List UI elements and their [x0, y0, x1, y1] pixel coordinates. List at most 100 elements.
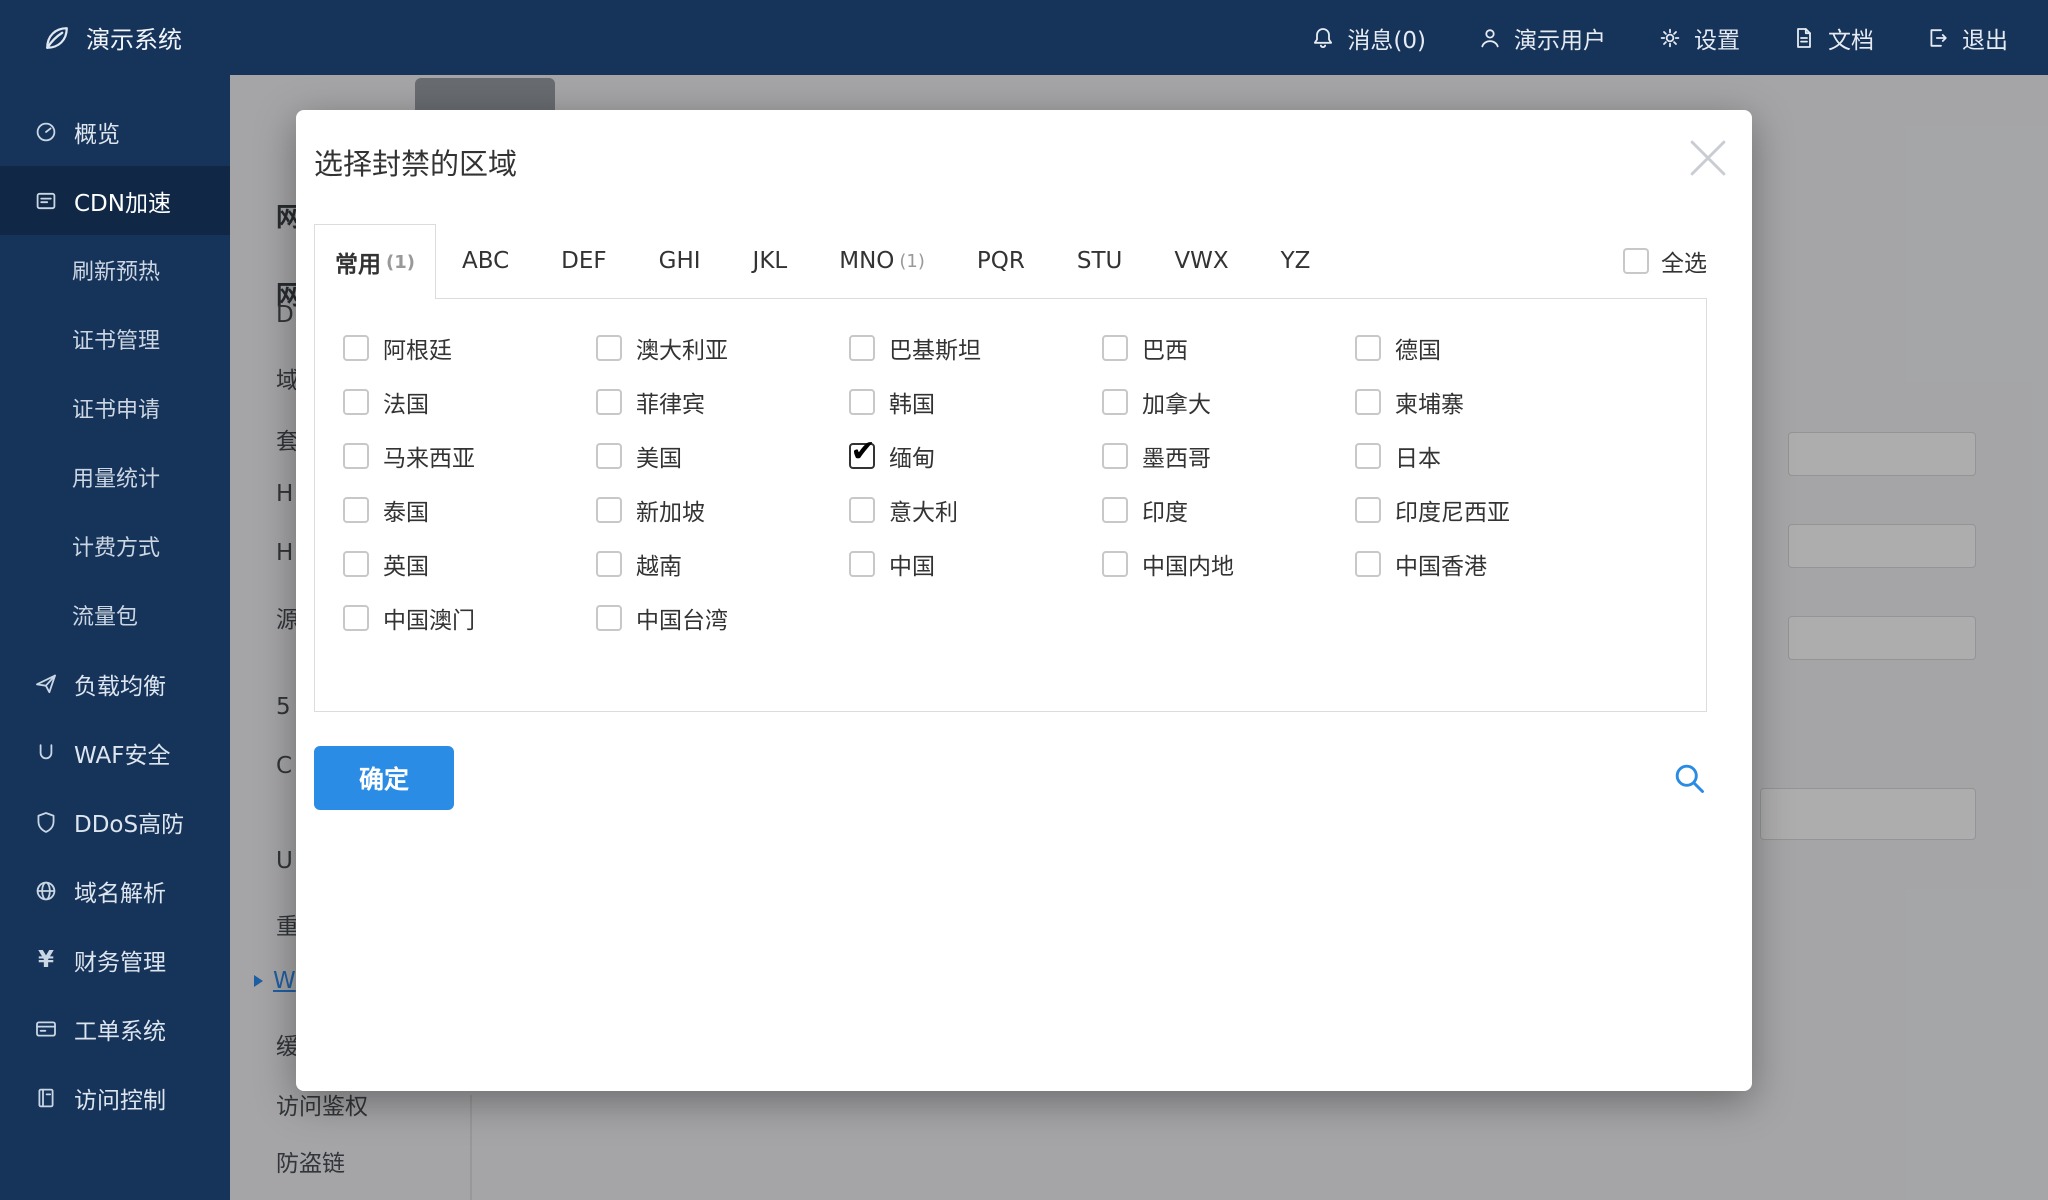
sidebar-item-cdn[interactable]: CDN加速	[0, 166, 230, 235]
region-item[interactable]: ✔缅甸	[849, 439, 1102, 473]
checkbox[interactable]	[849, 389, 875, 415]
region-item[interactable]: 菲律宾	[596, 385, 849, 419]
checkbox[interactable]	[849, 551, 875, 577]
sidebar-item-finance[interactable]: ¥财务管理	[0, 925, 230, 994]
tab-pqr[interactable]: PQR	[951, 224, 1051, 298]
checkbox[interactable]	[1102, 551, 1128, 577]
region-item[interactable]: 马来西亚	[343, 439, 596, 473]
checkbox[interactable]	[343, 443, 369, 469]
topbar-item-messages[interactable]: 消息(0)	[1311, 21, 1426, 55]
checkbox[interactable]	[596, 551, 622, 577]
region-item[interactable]: 意大利	[849, 493, 1102, 527]
checkbox[interactable]	[596, 497, 622, 523]
checkbox[interactable]	[849, 335, 875, 361]
checkbox-checked[interactable]: ✔	[849, 443, 875, 469]
tab-ghi[interactable]: GHI	[633, 224, 727, 298]
sidebar-item-usage-stats[interactable]: 用量统计	[0, 442, 230, 511]
topbar-item-docs[interactable]: 文档	[1792, 21, 1874, 55]
topbar-item-logout[interactable]: 退出	[1926, 21, 2008, 55]
region-item[interactable]: 印度	[1102, 493, 1355, 527]
region-item[interactable]: 柬埔寨	[1355, 385, 1608, 419]
checkbox[interactable]	[596, 335, 622, 361]
region-item[interactable]: 澳大利亚	[596, 331, 849, 365]
checkbox[interactable]	[343, 605, 369, 631]
sidebar-item-cert-apply[interactable]: 证书申请	[0, 373, 230, 442]
region-item[interactable]: 美国	[596, 439, 849, 473]
sidebar-item-load-balance[interactable]: 负载均衡	[0, 649, 230, 718]
checkbox[interactable]	[1355, 335, 1381, 361]
tab-jkl[interactable]: JKL	[727, 224, 814, 298]
region-item[interactable]: 巴基斯坦	[849, 331, 1102, 365]
region-item[interactable]: 新加坡	[596, 493, 849, 527]
region-item[interactable]: 墨西哥	[1102, 439, 1355, 473]
region-item[interactable]: 德国	[1355, 331, 1608, 365]
checkbox[interactable]	[343, 551, 369, 577]
checkbox[interactable]	[1355, 389, 1381, 415]
region-item[interactable]: 英国	[343, 547, 596, 581]
tab-vwx[interactable]: VWX	[1148, 224, 1254, 298]
sidebar-item-label: DDoS高防	[74, 805, 184, 839]
tab-count: (1)	[899, 251, 925, 272]
sidebar-item-label: WAF安全	[74, 736, 170, 770]
select-all[interactable]: 全选	[1623, 244, 1707, 278]
region-item[interactable]: 巴西	[1102, 331, 1355, 365]
gear-icon	[1658, 26, 1682, 50]
topbar-item-user[interactable]: 演示用户	[1478, 21, 1606, 55]
globe-icon	[34, 879, 58, 903]
tab-stu[interactable]: STU	[1051, 224, 1148, 298]
sidebar-item-refresh-preheat[interactable]: 刷新预热	[0, 235, 230, 304]
region-item[interactable]: 加拿大	[1102, 385, 1355, 419]
region-label: 法国	[383, 385, 429, 419]
region-item[interactable]: 日本	[1355, 439, 1608, 473]
sidebar-item-cert-manage[interactable]: 证书管理	[0, 304, 230, 373]
sidebar-item-traffic-pack[interactable]: 流量包	[0, 580, 230, 649]
tab-common[interactable]: 常用(1)	[314, 224, 436, 299]
region-item[interactable]: 阿根廷	[343, 331, 596, 365]
search-icon[interactable]	[1671, 760, 1707, 796]
checkbox[interactable]	[849, 497, 875, 523]
checkbox[interactable]	[1355, 551, 1381, 577]
checkbox[interactable]	[343, 335, 369, 361]
region-item[interactable]: 泰国	[343, 493, 596, 527]
sidebar-item-tickets[interactable]: 工单系统	[0, 994, 230, 1063]
region-item[interactable]: 法国	[343, 385, 596, 419]
tab-def[interactable]: DEF	[535, 224, 632, 298]
checkbox[interactable]	[596, 389, 622, 415]
tab-mno[interactable]: MNO(1)	[813, 224, 951, 298]
sidebar-item-waf[interactable]: WAF安全	[0, 718, 230, 787]
confirm-button[interactable]: 确定	[314, 746, 454, 810]
sidebar-item-ddos[interactable]: DDoS高防	[0, 787, 230, 856]
close-icon[interactable]	[1686, 136, 1730, 180]
select-all-checkbox[interactable]	[1623, 248, 1649, 274]
region-item[interactable]: 越南	[596, 547, 849, 581]
sidebar-item-dns[interactable]: 域名解析	[0, 856, 230, 925]
checkbox[interactable]	[1102, 443, 1128, 469]
tab-yz[interactable]: YZ	[1255, 224, 1337, 298]
checkbox[interactable]	[596, 605, 622, 631]
sidebar-item-billing[interactable]: 计费方式	[0, 511, 230, 580]
checkbox[interactable]	[343, 389, 369, 415]
region-item[interactable]: 中国内地	[1102, 547, 1355, 581]
region-label: 巴西	[1142, 331, 1188, 365]
region-item[interactable]: 中国澳门	[343, 601, 596, 635]
brand[interactable]: 演示系统	[42, 20, 182, 55]
region-label: 英国	[383, 547, 429, 581]
checkbox[interactable]	[596, 443, 622, 469]
region-item[interactable]: 中国台湾	[596, 601, 849, 635]
topbar-item-settings[interactable]: 设置	[1658, 21, 1740, 55]
checkbox[interactable]	[1102, 497, 1128, 523]
checkbox[interactable]	[343, 497, 369, 523]
region-item[interactable]: 印度尼西亚	[1355, 493, 1608, 527]
tab-abc[interactable]: ABC	[436, 224, 535, 298]
checkbox[interactable]	[1355, 497, 1381, 523]
region-item[interactable]: 中国	[849, 547, 1102, 581]
sidebar-item-access-control[interactable]: 访问控制	[0, 1063, 230, 1132]
tab-label: ABC	[462, 248, 509, 274]
region-item[interactable]: 中国香港	[1355, 547, 1608, 581]
checkbox[interactable]	[1102, 335, 1128, 361]
file-icon	[1792, 26, 1816, 50]
checkbox[interactable]	[1102, 389, 1128, 415]
region-item[interactable]: 韩国	[849, 385, 1102, 419]
sidebar-item-overview[interactable]: 概览	[0, 97, 230, 166]
checkbox[interactable]	[1355, 443, 1381, 469]
